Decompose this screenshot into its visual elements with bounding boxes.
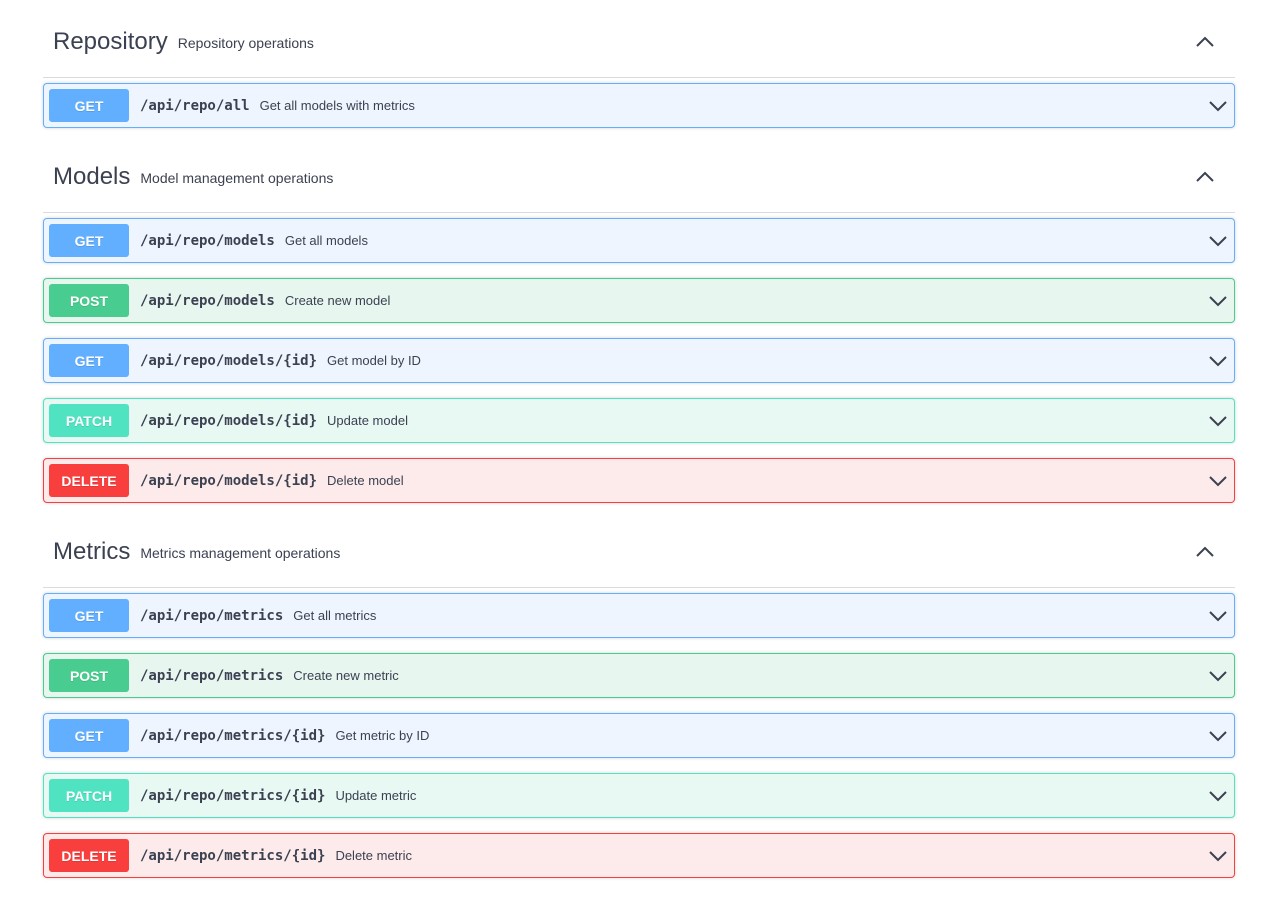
- operation-get-metrics[interactable]: GET /api/repo/metrics Get all metrics: [43, 593, 1235, 638]
- chevron-down-icon[interactable]: [1208, 411, 1228, 431]
- operation-path: /api/repo/metrics: [140, 667, 284, 684]
- operation-summary: Delete model: [327, 473, 404, 488]
- chevron-down-icon[interactable]: [1208, 726, 1228, 746]
- section-header[interactable]: Repository Repository operations: [43, 6, 1235, 78]
- operation-path: /api/repo/models/{id}: [140, 352, 318, 369]
- operation-path: /api/repo/models/{id}: [140, 412, 318, 429]
- operation-summary: Get all models with metrics: [259, 98, 415, 113]
- chevron-down-icon[interactable]: [1208, 351, 1228, 371]
- operation-summary: Update model: [327, 413, 408, 428]
- chevron-down-icon[interactable]: [1208, 231, 1228, 251]
- chevron-down-icon[interactable]: [1208, 291, 1228, 311]
- chevron-up-icon[interactable]: [1193, 542, 1217, 562]
- chevron-down-icon[interactable]: [1208, 666, 1228, 686]
- method-badge: GET: [49, 224, 129, 257]
- section-repository: Repository Repository operations: [43, 6, 1235, 78]
- operation-get-model-by-id[interactable]: GET /api/repo/models/{id} Get model by I…: [43, 338, 1235, 383]
- section-description: Metrics management operations: [140, 544, 341, 561]
- operation-path: /api/repo/models: [140, 292, 275, 309]
- section-title: Metrics: [53, 537, 131, 565]
- chevron-down-icon[interactable]: [1208, 786, 1228, 806]
- operation-path: /api/repo/metrics/{id}: [140, 787, 326, 804]
- chevron-down-icon[interactable]: [1208, 846, 1228, 866]
- section-header[interactable]: Metrics Metrics management operations: [43, 516, 1235, 588]
- operation-patch-model[interactable]: PATCH /api/repo/models/{id} Update model: [43, 398, 1235, 443]
- method-badge: POST: [49, 284, 129, 317]
- operation-get-repo-all[interactable]: GET /api/repo/all Get all models with me…: [43, 83, 1235, 128]
- operation-summary: Get all metrics: [293, 608, 377, 623]
- chevron-down-icon[interactable]: [1208, 96, 1228, 116]
- section-description: Repository operations: [177, 34, 314, 51]
- chevron-down-icon[interactable]: [1208, 606, 1228, 626]
- operation-summary: Create new metric: [293, 668, 399, 683]
- operation-path: /api/repo/models/{id}: [140, 472, 318, 489]
- method-badge: PATCH: [49, 404, 129, 437]
- operation-path: /api/repo/metrics/{id}: [140, 847, 326, 864]
- api-docs-page: Repository Repository operations GET /ap…: [0, 0, 1277, 909]
- chevron-down-icon[interactable]: [1208, 471, 1228, 491]
- operation-path: /api/repo/all: [140, 97, 250, 114]
- section-header[interactable]: Models Model management operations: [43, 141, 1235, 213]
- operation-delete-metric[interactable]: DELETE /api/repo/metrics/{id} Delete met…: [43, 833, 1235, 878]
- section-title: Repository: [53, 27, 168, 55]
- method-badge: DELETE: [49, 464, 129, 497]
- chevron-up-icon[interactable]: [1193, 32, 1217, 52]
- method-badge: PATCH: [49, 779, 129, 812]
- operation-delete-model[interactable]: DELETE /api/repo/models/{id} Delete mode…: [43, 458, 1235, 503]
- operation-get-models[interactable]: GET /api/repo/models Get all models: [43, 218, 1235, 263]
- method-badge: DELETE: [49, 839, 129, 872]
- operation-summary: Get model by ID: [327, 353, 421, 368]
- operation-patch-metric[interactable]: PATCH /api/repo/metrics/{id} Update metr…: [43, 773, 1235, 818]
- operation-get-metric-by-id[interactable]: GET /api/repo/metrics/{id} Get metric by…: [43, 713, 1235, 758]
- operation-summary: Get metric by ID: [335, 728, 430, 743]
- operation-path: /api/repo/models: [140, 232, 275, 249]
- operation-post-models[interactable]: POST /api/repo/models Create new model: [43, 278, 1235, 323]
- method-badge: GET: [49, 719, 129, 752]
- section-models: Models Model management operations: [43, 141, 1235, 213]
- section-metrics: Metrics Metrics management operations: [43, 516, 1235, 588]
- method-badge: GET: [49, 89, 129, 122]
- method-badge: POST: [49, 659, 129, 692]
- operation-path: /api/repo/metrics/{id}: [140, 727, 326, 744]
- operation-summary: Update metric: [335, 788, 417, 803]
- section-title: Models: [53, 162, 131, 190]
- section-description: Model management operations: [140, 169, 334, 186]
- operation-summary: Delete metric: [335, 848, 413, 863]
- operation-path: /api/repo/metrics: [140, 607, 284, 624]
- chevron-up-icon[interactable]: [1193, 167, 1217, 187]
- method-badge: GET: [49, 344, 129, 377]
- operation-summary: Get all models: [284, 233, 368, 248]
- operation-post-metrics[interactable]: POST /api/repo/metrics Create new metric: [43, 653, 1235, 698]
- method-badge: GET: [49, 599, 129, 632]
- operation-summary: Create new model: [284, 293, 391, 308]
